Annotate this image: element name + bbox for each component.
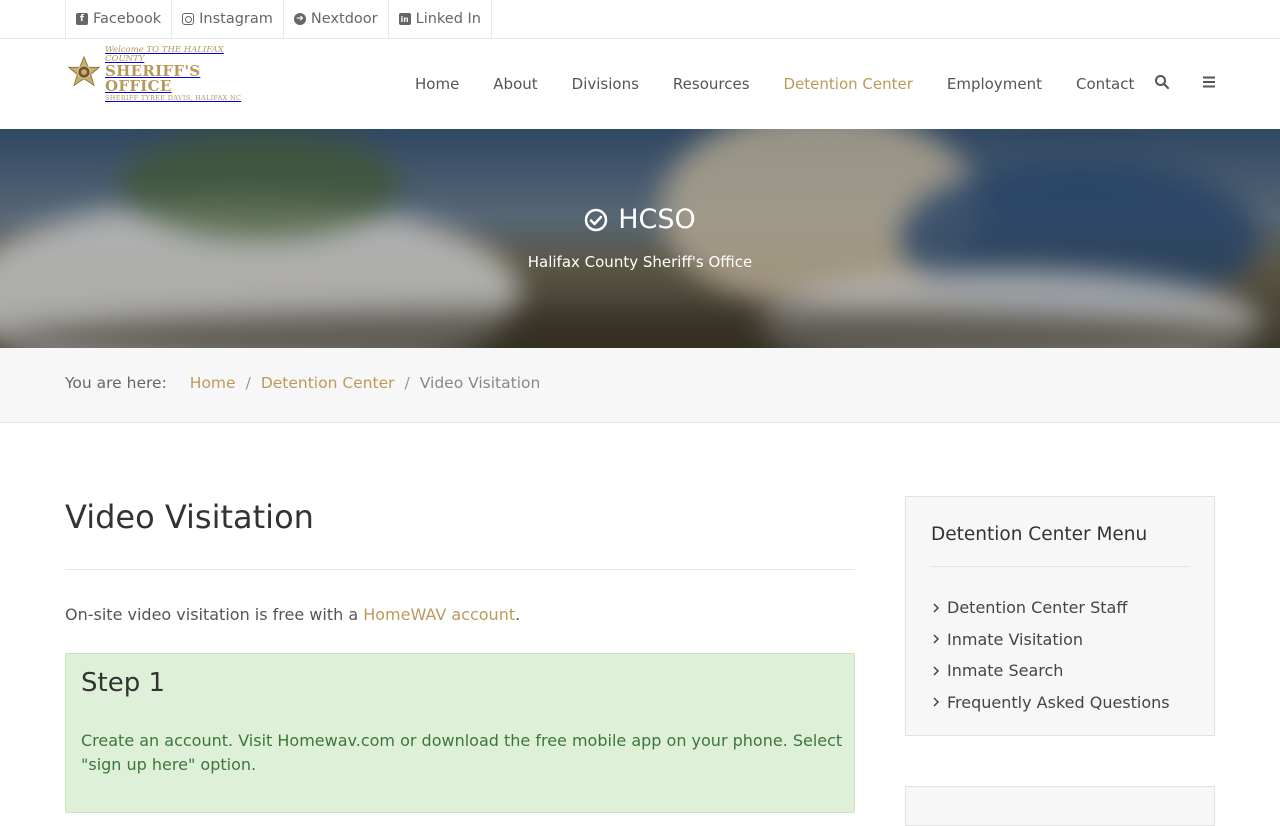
social-links: f Facebook Instagram ➜ Nextdoor in Linke… <box>65 0 492 38</box>
hero-subtitle: Halifax County Sheriff's Office <box>527 253 753 271</box>
nav-about[interactable]: About <box>476 73 554 95</box>
instagram-icon <box>182 13 195 25</box>
facebook-icon: f <box>76 13 88 25</box>
sidebar-item-inmate-search[interactable]: Inmate Search <box>931 655 1170 687</box>
nav-home[interactable]: Home <box>398 73 476 95</box>
nav-divisions[interactable]: Divisions <box>555 73 656 95</box>
step-heading: Step 1 <box>81 668 166 698</box>
instagram-label: Instagram <box>199 11 273 27</box>
sidebar-item-inmate-visitation[interactable]: Inmate Visitation <box>931 624 1170 656</box>
nav-resources[interactable]: Resources <box>656 73 767 95</box>
menu-icon[interactable] <box>1201 73 1217 91</box>
nav-detention-center[interactable]: Detention Center <box>767 73 930 95</box>
nextdoor-link[interactable]: ➜ Nextdoor <box>282 0 388 38</box>
facebook-label: Facebook <box>93 11 162 27</box>
step-text: Create an account. Visit Homewav.com or … <box>81 731 843 774</box>
hero-title-text: HCSO <box>618 204 696 235</box>
site-logo[interactable]: Welcome TO THE HALIFAX COUNTY SHERIFF'S … <box>65 46 255 101</box>
chevron-right-icon <box>933 603 940 613</box>
facebook-link[interactable]: f Facebook <box>65 0 171 38</box>
linkedin-label: Linked In <box>415 11 481 27</box>
breadcrumb-separator: / <box>245 374 251 392</box>
logo-sheriff-line: SHERIFF TYREE DAVIS, HALIFAX NC <box>105 94 242 103</box>
intro-text-after: . <box>515 605 521 624</box>
intro-text-before: On-site video visitation is free with a <box>65 605 364 624</box>
title-divider <box>65 569 855 570</box>
sidebar-item-label: Inmate Visitation <box>947 629 1083 649</box>
sheriff-star-icon <box>67 55 101 87</box>
breadcrumb-home[interactable]: Home <box>190 374 236 392</box>
linkedin-link[interactable]: in Linked In <box>387 0 492 38</box>
nav-contact[interactable]: Contact <box>1059 73 1151 95</box>
homewav-account-link[interactable]: HomeWAV account <box>363 605 515 624</box>
nav-employment[interactable]: Employment <box>930 73 1059 95</box>
chevron-right-icon <box>933 634 940 644</box>
breadcrumb-prefix: You are here: <box>65 374 167 392</box>
search-icon[interactable] <box>1154 73 1170 91</box>
hero-banner: HCSO Halifax County Sheriff's Office <box>0 129 1280 348</box>
sidebar-list: Detention Center Staff Inmate Visitation… <box>931 592 1170 718</box>
chevron-right-icon <box>933 666 940 676</box>
breadcrumb-bar: You are here: Home / Detention Center / … <box>0 348 1280 423</box>
sidebar-divider <box>931 566 1189 567</box>
breadcrumb-current: Video Visitation <box>419 374 541 392</box>
nextdoor-label: Nextdoor <box>310 11 378 27</box>
breadcrumb-separator: / <box>404 374 410 392</box>
chevron-right-icon <box>933 697 940 707</box>
instagram-link[interactable]: Instagram <box>171 0 283 38</box>
main-nav: Home About Divisions Resources Detention… <box>398 73 1151 95</box>
social-topbar: f Facebook Instagram ➜ Nextdoor in Linke… <box>0 0 1280 39</box>
sidebar-item-detention-center-staff[interactable]: Detention Center Staff <box>931 592 1170 624</box>
logo-office-line: SHERIFF'S OFFICE <box>105 62 201 96</box>
detention-center-menu: Detention Center Menu Detention Center S… <box>905 496 1215 736</box>
hero-overlay <box>0 129 1280 348</box>
sidebar-item-label: Frequently Asked Questions <box>947 692 1170 712</box>
breadcrumb: You are here: Home / Detention Center / … <box>65 374 540 392</box>
sidebar-title: Detention Center Menu <box>931 524 1148 545</box>
page-title: Video Visitation <box>65 498 314 536</box>
sidebar-item-faq[interactable]: Frequently Asked Questions <box>931 687 1170 719</box>
site-header: Welcome TO THE HALIFAX COUNTY SHERIFF'S … <box>0 39 1280 129</box>
step-1-box: Step 1 Create an account. Visit Homewav.… <box>65 653 855 813</box>
sidebar-second-box <box>905 786 1215 826</box>
intro-text: On-site video visitation is free with a … <box>65 605 520 624</box>
breadcrumb-detention-center[interactable]: Detention Center <box>261 374 395 392</box>
check-circle-icon <box>584 208 608 231</box>
logo-welcome-line: Welcome TO THE HALIFAX COUNTY <box>105 45 224 64</box>
sidebar-item-label: Detention Center Staff <box>947 598 1128 618</box>
hero-title: HCSO <box>0 204 1280 235</box>
sidebar-item-label: Inmate Search <box>947 661 1064 681</box>
arrow-circle-right-icon: ➜ <box>293 13 306 25</box>
linkedin-icon: in <box>398 13 411 25</box>
